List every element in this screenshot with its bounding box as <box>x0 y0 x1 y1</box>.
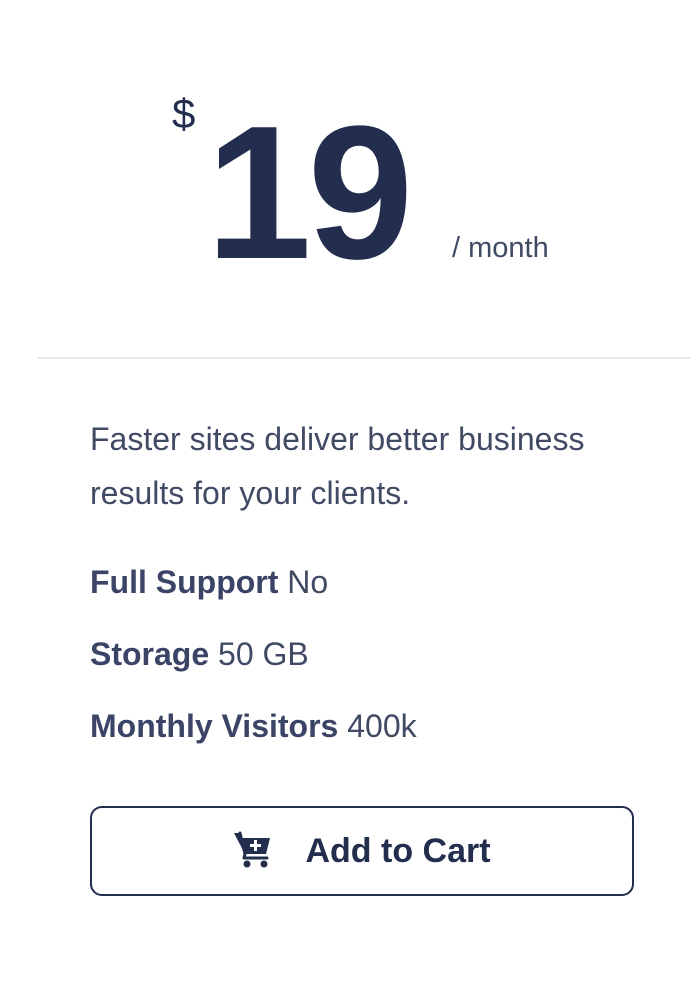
feature-name: Full Support <box>90 564 279 600</box>
feature-value: 50 GB <box>218 636 309 672</box>
feature-value: 400k <box>347 708 417 744</box>
add-to-cart-button[interactable]: Add to Cart <box>90 806 634 896</box>
feature-name: Storage <box>90 636 210 672</box>
feature-monthly-visitors: Monthly Visitors 400k <box>90 706 417 746</box>
plan-description: Faster sites deliver better business res… <box>90 421 585 511</box>
feature-storage: Storage 50 GB <box>90 634 309 674</box>
currency-symbol: $ <box>172 90 196 137</box>
price-amount: 19 <box>206 87 413 299</box>
feature-name: Monthly Visitors <box>90 708 339 744</box>
billing-period: / month <box>452 232 549 264</box>
feature-full-support: Full Support No <box>90 562 328 602</box>
pricing-card: $ 19 / month Faster sites deliver better… <box>0 0 700 996</box>
feature-value: No <box>287 564 329 600</box>
divider <box>38 357 690 359</box>
add-to-cart-label: Add to Cart <box>305 832 491 870</box>
cart-plus-icon <box>233 829 273 869</box>
price-block: $ 19 / month <box>0 0 700 300</box>
